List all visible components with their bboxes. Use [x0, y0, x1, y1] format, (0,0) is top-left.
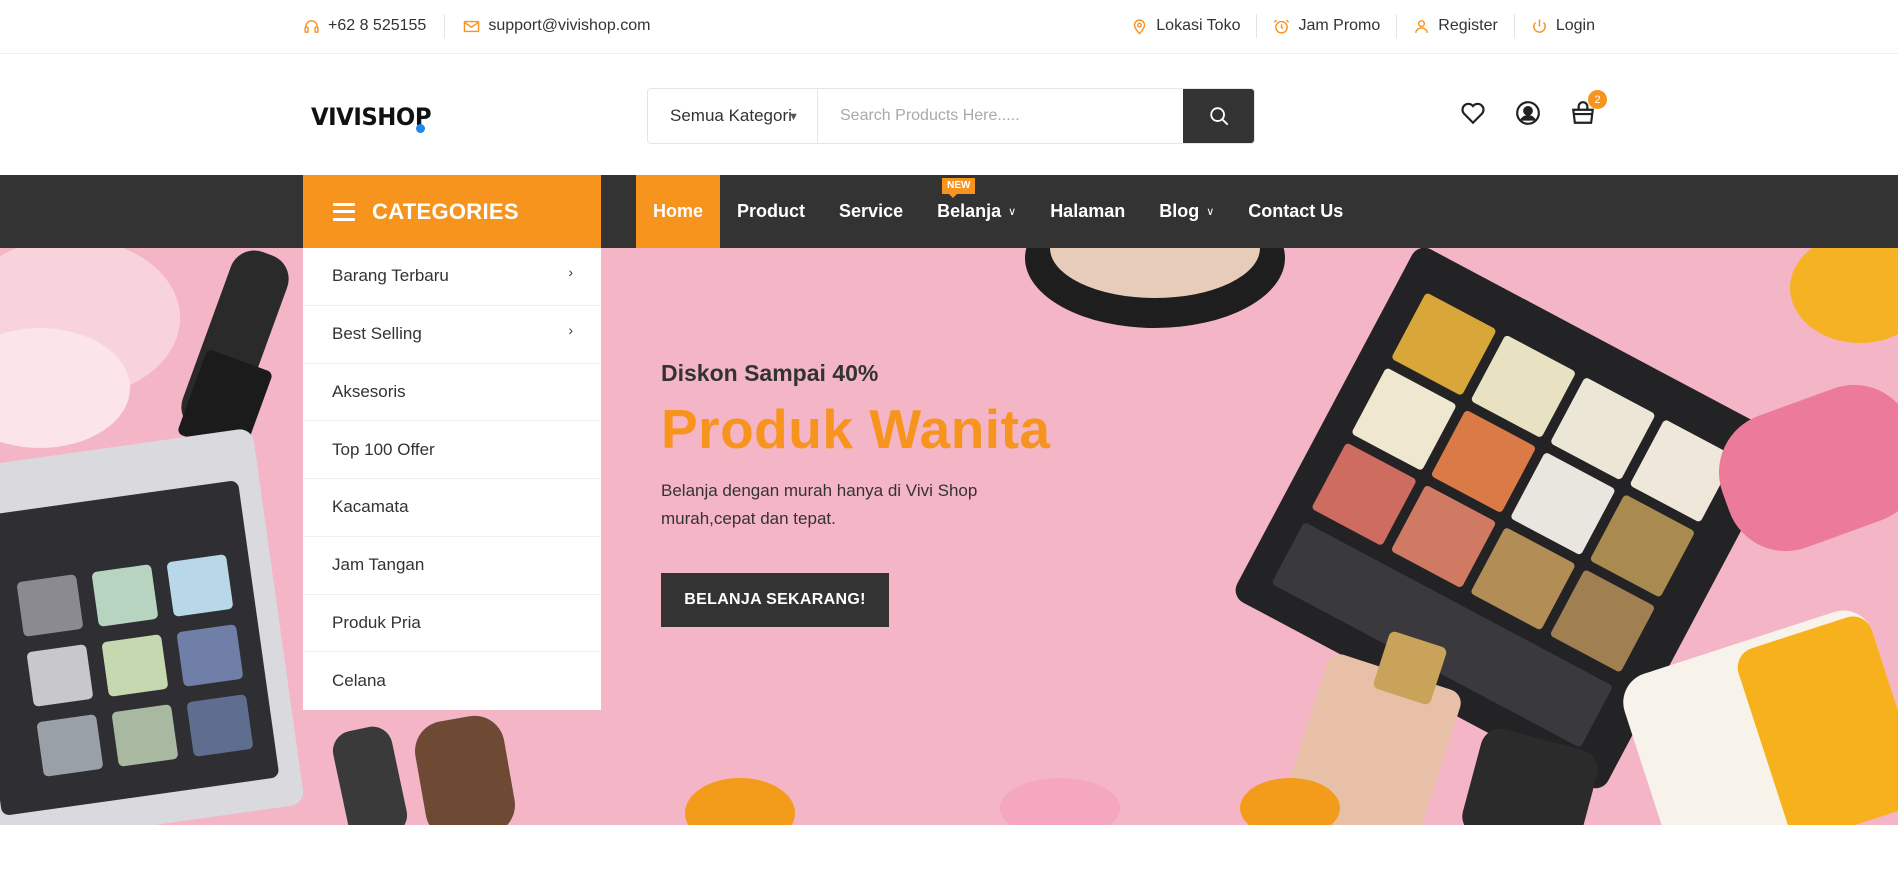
nav-item-label: Service: [839, 201, 904, 221]
category-label: Barang Terbaru: [332, 266, 449, 286]
envelope-icon: [464, 20, 480, 32]
phone-contact[interactable]: +62 8 525155: [303, 14, 426, 38]
hero-description: Belanja dengan murah hanya di Vivi Shop …: [661, 477, 1021, 533]
logo-dot: [416, 124, 425, 133]
account-button[interactable]: [1515, 100, 1543, 128]
register-label: Register: [1438, 17, 1498, 34]
new-badge: NEW: [942, 178, 976, 198]
email-text: support@vivishop.com: [488, 17, 651, 34]
nav-item-belanja[interactable]: NEW Belanja ∨: [920, 175, 1033, 248]
email-contact[interactable]: support@vivishop.com: [463, 14, 650, 38]
category-item[interactable]: Celana: [303, 652, 601, 710]
category-label: Celana: [332, 671, 386, 691]
categories-label: CATEGORIES: [372, 198, 519, 224]
nav-item-product[interactable]: Product: [720, 175, 822, 248]
category-item[interactable]: Produk Pria: [303, 595, 601, 653]
category-label: Produk Pria: [332, 612, 421, 632]
location-label: Lokasi Toko: [1156, 17, 1241, 34]
chevron-right-icon: ›: [568, 321, 573, 338]
register-link[interactable]: Register: [1413, 14, 1498, 38]
nav-item-label: Blog: [1159, 201, 1200, 221]
nav-item-label: Home: [653, 201, 704, 221]
hero-description-line: Belanja dengan murah hanya di Vivi Shop: [661, 481, 978, 500]
promo-label: Jam Promo: [1298, 17, 1381, 34]
category-item[interactable]: Kacamata: [303, 479, 601, 537]
nav-item-halaman[interactable]: Halaman: [1033, 175, 1142, 248]
nav-item-service[interactable]: Service: [822, 175, 920, 248]
headset-icon: [304, 19, 319, 33]
nav-menu: Home Product Service NEW Belanja ∨ Halam…: [636, 175, 1360, 248]
power-icon: [1533, 18, 1546, 33]
shop-now-button[interactable]: BELANJA SEKARANG!: [661, 573, 889, 627]
map-pin-icon: [1134, 18, 1146, 35]
search-bar: Semua Kategori ▼: [647, 88, 1255, 144]
hero-banner: Diskon Sampai 40% Produk Wanita Belanja …: [0, 248, 1898, 825]
category-item[interactable]: Top 100 Offer: [303, 421, 601, 479]
heart-icon: [1461, 102, 1485, 125]
promo-hours-link[interactable]: Jam Promo: [1273, 14, 1380, 38]
nav-item-label: Belanja: [937, 201, 1002, 221]
store-location-link[interactable]: Lokasi Toko: [1131, 14, 1240, 38]
category-label: Best Selling: [332, 324, 422, 344]
chevron-down-icon: ∨: [1008, 206, 1017, 218]
category-item[interactable]: Best Selling ›: [303, 306, 601, 364]
chevron-down-icon: ▼: [788, 111, 799, 123]
hero-content: Diskon Sampai 40% Produk Wanita Belanja …: [661, 360, 1051, 627]
categories-dropdown: Barang Terbaru › Best Selling › Aksesori…: [303, 248, 601, 710]
category-label: Top 100 Offer: [332, 439, 435, 459]
header-actions: 2: [1460, 90, 1625, 128]
login-link[interactable]: Login: [1531, 14, 1595, 38]
main-navigation: CATEGORIES Home Product Service NEW Bela…: [0, 175, 1898, 248]
phone-text: +62 8 525155: [328, 17, 427, 34]
search-button[interactable]: [1183, 89, 1254, 143]
divider: [444, 14, 446, 38]
divider: [1513, 14, 1515, 38]
nav-item-label: Halaman: [1050, 201, 1126, 221]
cart-button[interactable]: 2: [1570, 90, 1607, 128]
category-select[interactable]: Semua Kategori ▼: [648, 89, 818, 143]
hero-title: Produk Wanita: [661, 398, 1051, 460]
site-logo[interactable]: VIVISHOP: [311, 103, 432, 131]
nav-item-blog[interactable]: Blog ∨: [1142, 175, 1231, 248]
nav-item-home[interactable]: Home: [636, 175, 721, 248]
category-item[interactable]: Barang Terbaru ›: [303, 248, 601, 306]
cart-count-badge: 2: [1588, 90, 1607, 109]
category-label: Jam Tangan: [332, 555, 425, 575]
hamburger-icon: [333, 202, 355, 221]
category-label: Kacamata: [332, 497, 409, 517]
top-bar: +62 8 525155 support@vivishop.com Lokasi…: [0, 0, 1898, 54]
category-label: Aksesoris: [332, 381, 406, 401]
chevron-right-icon: ›: [568, 264, 573, 280]
hero-description-line: murah,cepat dan tepat.: [661, 509, 836, 528]
user-icon: [1415, 19, 1429, 33]
wishlist-button[interactable]: [1460, 100, 1488, 128]
nav-item-contact[interactable]: Contact Us: [1231, 175, 1360, 248]
divider: [1396, 14, 1398, 38]
divider: [1256, 14, 1258, 38]
category-item[interactable]: Aksesoris: [303, 364, 601, 422]
category-item[interactable]: Jam Tangan: [303, 537, 601, 595]
search-icon: [1209, 107, 1228, 126]
nav-item-label: Contact Us: [1248, 201, 1344, 221]
nav-item-label: Product: [737, 201, 806, 221]
search-input[interactable]: [818, 89, 1183, 143]
category-select-value: Semua Kategori: [670, 106, 792, 125]
hero-subtitle: Diskon Sampai 40%: [661, 360, 879, 386]
user-circle-icon: [1516, 101, 1540, 125]
main-header: VIVISHOP Semua Kategori ▼ 2: [0, 54, 1898, 175]
categories-toggle[interactable]: CATEGORIES: [303, 175, 601, 248]
chevron-down-icon: ∨: [1206, 206, 1215, 218]
login-label: Login: [1555, 17, 1595, 34]
alarm-clock-icon: [1274, 19, 1290, 34]
